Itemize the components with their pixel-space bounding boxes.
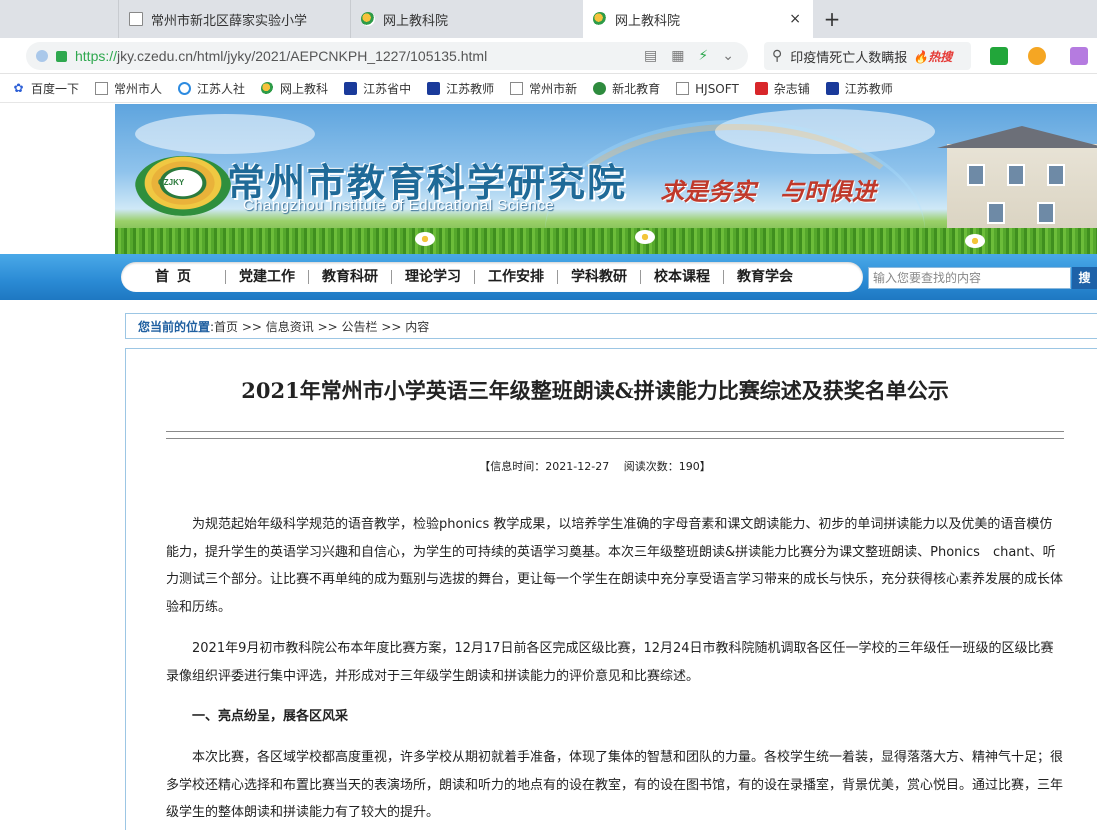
search-query: 印疫情死亡人数瞒报 [790,50,908,66]
site-search-button[interactable]: 搜 [1072,267,1097,289]
bookmark-item[interactable]: 网上教科 [261,80,328,97]
reader-mode-icon[interactable]: ▤ [644,48,657,64]
divider [166,431,1064,432]
nav-item-subject[interactable]: 学科教研 [558,270,641,284]
tab-title: 网上教科院 [615,13,681,29]
nav-item-work-plan[interactable]: 工作安排 [475,270,558,284]
coin-extension-icon[interactable] [1028,47,1046,65]
nav-item-curriculum[interactable]: 校本课程 [641,270,724,284]
cloud-decoration [135,114,315,154]
bookmark-item[interactable]: HJSOFT [676,82,739,96]
logo-text: CZJKY [158,178,185,187]
nav-item-party[interactable]: 党建工作 [226,270,309,284]
url-path: jky.czedu.cn/html/jyky/2021/AEPCNKPH_122… [117,48,488,64]
extension-icon[interactable] [990,47,1008,65]
browser-search-box[interactable]: ⚲ 印疫情死亡人数瞒报 🔥热搜 [764,42,971,70]
bookmark-item[interactable]: ✿ 百度一下 [12,80,79,97]
flower-decoration [965,234,985,248]
document-icon [95,82,109,95]
article-title: 2021年常州市小学英语三年级整班朗读&拼读能力比赛综述及获奖名单公示 [241,378,949,403]
house-window [967,164,985,186]
site-favicon-icon [261,82,275,95]
nav-menu: 首页 党建工作 教育科研 理论学习 工作安排 学科教研 校本课程 教育学会 [121,262,863,292]
divider [166,438,1064,439]
translate-icon[interactable] [1070,47,1088,65]
house-roof [937,126,1097,148]
tab-strip: 常州市新北区薛家实验小学 网上教科院 网上教科院 × + [0,0,1097,38]
lightning-icon[interactable]: ⚡ [698,48,708,64]
bookmarks-bar: ✿ 百度一下 常州市人 江苏人社 网上教科 江苏省中 江苏教师 常州市新 新北教育… [0,75,1097,103]
browser-tab-2[interactable]: 网上教科院 [350,0,582,38]
breadcrumb: 您当前的位置 :首页 >> 信息资讯 >> 公告栏 >> 内容 [125,313,1097,339]
article-paragraph: 2021年9月初市教科院公布本年度比赛方案，12月17日前各区完成区级比赛，12… [166,641,1054,684]
flower-decoration [415,232,435,246]
tab-title: 常州市新北区薛家实验小学 [151,13,308,29]
address-bar[interactable]: https://jky.czedu.cn/html/jyky/2021/AEPC… [26,42,748,70]
bookmark-item[interactable]: 江苏人社 [178,80,245,97]
site-search-input[interactable]: 输入您要查找的内容 [868,267,1071,289]
edu-icon [427,82,441,95]
red-icon [754,82,768,95]
article: 2021年常州市小学英语三年级整班朗读&拼读能力比赛综述及获奖名单公示 【信息时… [125,348,1097,830]
browser-toolbar: https://jky.czedu.cn/html/jyky/2021/AEPC… [0,38,1097,74]
site-favicon-icon [593,12,607,26]
house-window [1047,164,1065,186]
edu-icon [344,82,358,95]
circle-icon [178,82,192,95]
house-window [1037,202,1055,224]
article-paragraph: 本次比赛，各区域学校都高度重视，许多学校从期初就着手准备，体现了集体的智慧和团队… [166,750,1064,820]
breadcrumb-label: 您当前的位置 [138,319,211,334]
grass-decoration [115,228,1097,254]
bookmark-item[interactable]: 江苏教师 [427,80,494,97]
site-banner: CZJKY 常州市教育科学研究院 Changzhou Institute of … [115,104,1097,254]
grid-icon[interactable]: ▦ [671,48,684,64]
flower-decoration [635,230,655,244]
site-info-icon[interactable] [36,50,48,62]
bookmark-item[interactable]: 常州市人 [95,80,162,97]
browser-tab-active[interactable]: 网上教科院 × [583,0,813,38]
article-meta: 【信息时间：2021-12-27 阅读次数：190】 [479,460,711,473]
breadcrumb-path[interactable]: :首页 >> 信息资讯 >> 公告栏 >> 内容 [210,318,429,335]
lock-icon[interactable] [56,50,67,62]
house-image [937,126,1097,239]
bookmark-item[interactable]: 杂志铺 [754,80,810,97]
section-heading: 一、亮点纷呈，展各区风采 [192,709,349,724]
tab-title: 网上教科院 [383,13,449,29]
main-navigation: 首页 党建工作 教育科研 理论学习 工作安排 学科教研 校本课程 教育学会 输入… [0,254,1097,300]
web-page: CZJKY 常州市教育科学研究院 Changzhou Institute of … [0,104,1097,830]
document-icon [676,82,690,95]
url-protocol: https:// [75,48,118,64]
bookmark-item[interactable]: 江苏教师 [825,80,893,97]
nav-item-theory[interactable]: 理论学习 [392,270,475,284]
article-paragraph: 为规范起始年级科学规范的语音教学，检验phonics 教学成果，以培养学生准确的… [166,517,1064,615]
address-bar-actions: ▤ ▦ ⚡ ⌄ [644,48,734,64]
new-tab-button[interactable]: + [820,7,844,31]
nav-item-home[interactable]: 首页 [129,270,226,284]
site-subtitle: Changzhou Institute of Educational Scien… [243,197,555,214]
document-icon [129,12,143,26]
document-icon [510,82,524,95]
leaf-icon [593,82,607,95]
bookmark-item[interactable]: 新北教育 [593,80,660,97]
house-window [1007,164,1025,186]
site-favicon-icon [361,12,375,26]
hot-search-badge: 🔥热搜 [913,49,953,64]
bookmark-item[interactable]: 江苏省中 [344,80,411,97]
site-slogan: 求是务实 与时俱进 [660,177,876,206]
url-text[interactable]: https://jky.czedu.cn/html/jyky/2021/AEPC… [75,48,487,64]
edu-icon [825,82,839,95]
bookmark-item[interactable]: 常州市新 [510,80,577,97]
browser-tab-1[interactable]: 常州市新北区薛家实验小学 [118,0,350,38]
close-tab-icon[interactable]: × [789,11,801,27]
nav-item-research[interactable]: 教育科研 [309,270,392,284]
nav-item-society[interactable]: 教育学会 [724,270,806,284]
search-icon: ⚲ [772,48,783,64]
paw-icon: ✿ [13,81,24,95]
house-window [987,202,1005,224]
chevron-down-icon[interactable]: ⌄ [722,48,734,64]
